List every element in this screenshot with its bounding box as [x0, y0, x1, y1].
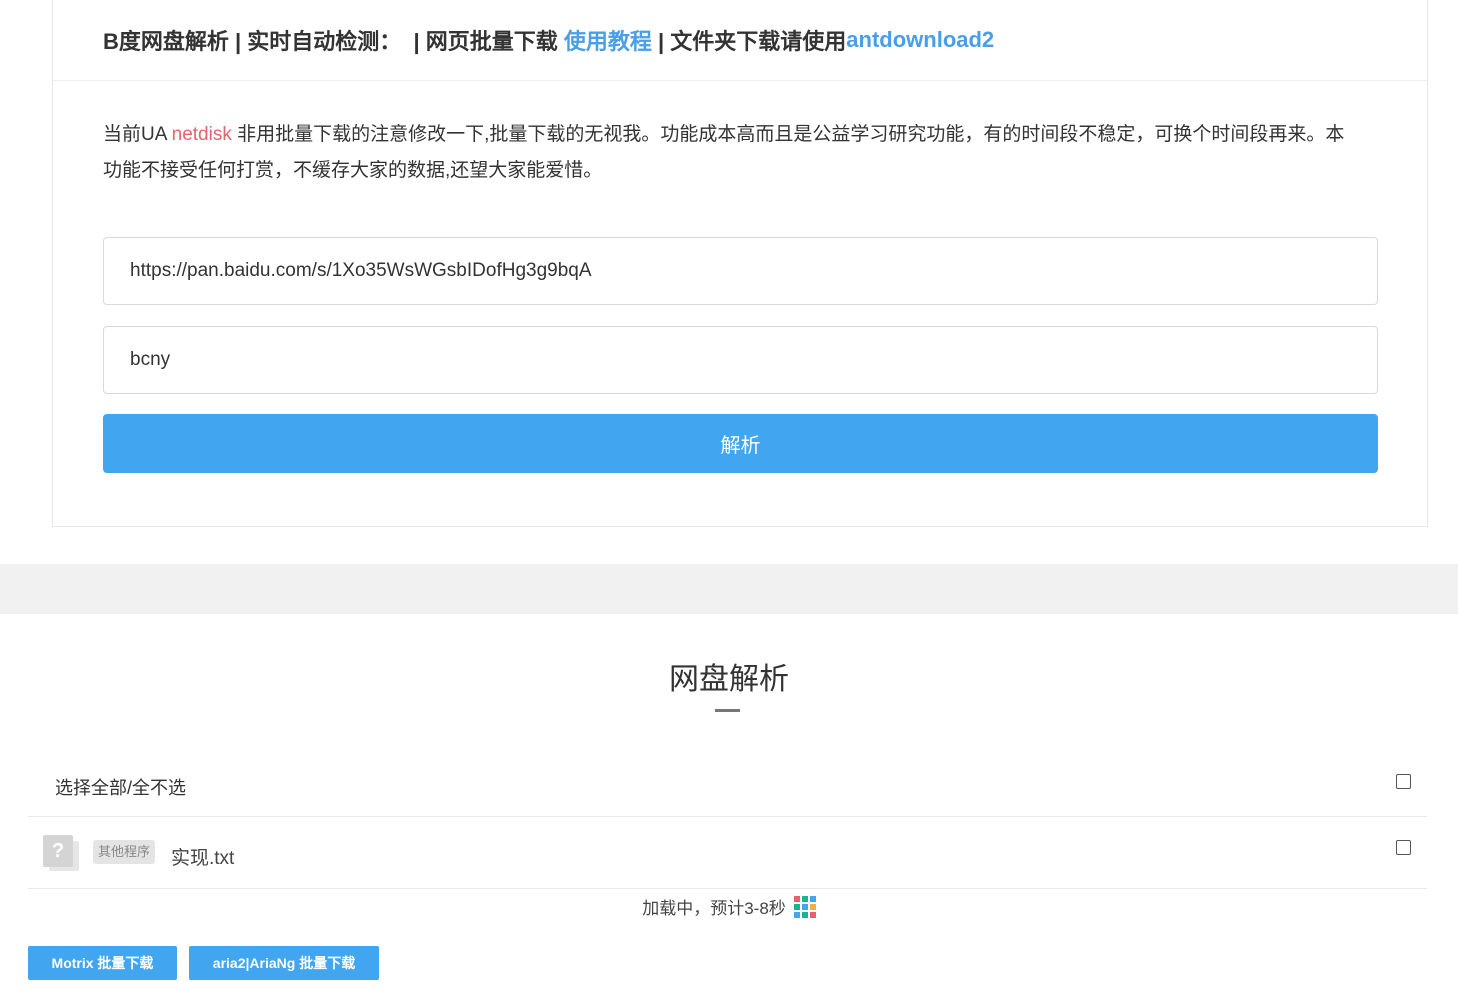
loading-grid-cell	[801, 903, 808, 910]
ua-value: netdisk	[171, 124, 232, 145]
loading-grid-cell	[801, 895, 808, 902]
unknown-file-icon: ?	[43, 835, 79, 871]
loading-grid-icon	[793, 895, 816, 918]
loading-text: 加载中，预计3-8秒	[642, 899, 786, 918]
file-row: ? 其他程序 实现.txt	[28, 817, 1427, 889]
notice-body: 非用批量下载的注意修改一下,批量下载的无视我。功能成本高而且是公益学习研究功能，…	[103, 124, 1345, 181]
section-divider-band	[0, 564, 1458, 614]
parse-button[interactable]: 解析	[103, 414, 1378, 473]
title-underline	[715, 709, 740, 712]
file-type-tag: 其他程序	[93, 840, 156, 864]
file-name[interactable]: 实现.txt	[171, 843, 234, 870]
extract-code-input[interactable]: bcny	[103, 326, 1378, 394]
result-title: 网盘解析	[669, 663, 789, 696]
extract-code-value: bcny	[130, 349, 171, 370]
notice-text: 当前UA netdisk 非用批量下载的注意修改一下,批量下载的无视我。功能成本…	[103, 117, 1363, 189]
header-prefix: B度网盘解析 | 实时自动检测： | 网页批量下载	[103, 28, 564, 54]
aria2-download-button[interactable]: aria2|AriaNg 批量下载	[189, 946, 379, 980]
loading-grid-cell	[801, 911, 808, 918]
loading-grid-cell	[793, 911, 800, 918]
select-all-label: 选择全部/全不选	[55, 778, 187, 798]
file-checkbox[interactable]	[1396, 840, 1411, 855]
loading-grid-cell	[793, 903, 800, 910]
motrix-download-button[interactable]: Motrix 批量下载	[28, 946, 177, 980]
file-icon-glyph: ?	[43, 835, 73, 867]
notice-prefix: 当前UA	[103, 124, 172, 145]
card-header: B度网盘解析 | 实时自动检测： | 网页批量下载 使用教程 | 文件夹下载请使…	[53, 0, 1427, 81]
share-url-input[interactable]: https://pan.baidu.com/s/1Xo35WsWGsbIDofH…	[103, 237, 1378, 305]
share-url-value: https://pan.baidu.com/s/1Xo35WsWGsbIDofH…	[130, 260, 592, 281]
select-all-row: 选择全部/全不选	[28, 752, 1427, 817]
antdownload-link[interactable]: antdownload2	[846, 27, 994, 53]
header-middle: | 文件夹下载请使用	[651, 28, 847, 54]
loading-grid-cell	[809, 895, 816, 902]
loading-grid-cell	[793, 895, 800, 902]
select-all-checkbox[interactable]	[1396, 774, 1411, 789]
parse-card: B度网盘解析 | 实时自动检测： | 网页批量下载 使用教程 | 文件夹下载请使…	[52, 0, 1428, 527]
loading-grid-cell	[809, 903, 816, 910]
tutorial-link[interactable]: 使用教程	[564, 24, 652, 56]
loading-grid-cell	[809, 911, 816, 918]
loading-indicator: 加载中，预计3-8秒	[0, 894, 1458, 919]
